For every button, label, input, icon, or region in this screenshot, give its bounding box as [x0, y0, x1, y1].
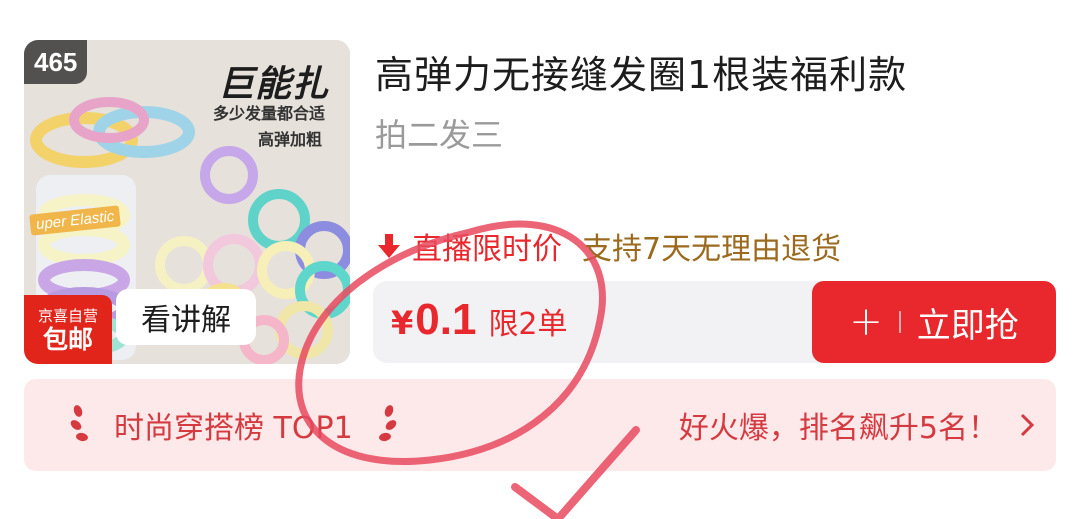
buy-now-button[interactable]: + 立即抢: [812, 281, 1056, 363]
button-divider: [898, 311, 901, 333]
price-box: ¥ 0.1 限2单: [373, 281, 853, 363]
ranking-trend-text: 好火爆，排名飙升5名！: [678, 411, 998, 446]
ranking-banner[interactable]: 时尚穿搭榜 TOP1 好火爆，排名飙升5名！: [24, 379, 1056, 471]
purchase-limit: 限2单: [488, 307, 568, 342]
laurel-left-icon: [70, 405, 88, 442]
image-caption-2: 高弹加粗: [258, 130, 323, 149]
image-caption-1: 多少发量都合适: [213, 104, 326, 123]
explain-button[interactable]: 看讲解: [116, 289, 256, 345]
return-policy-tag: 支持7天无理由退货: [582, 232, 842, 267]
buy-now-label: 立即抢: [916, 305, 1019, 346]
laurel-right-icon: [378, 405, 396, 442]
chevron-right-icon: [1020, 413, 1035, 437]
ranking-trend[interactable]: 好火爆，排名飙升5名！: [679, 403, 1038, 447]
jd-free-shipping-badge: 京喜自营 包邮: [24, 295, 112, 364]
price-value: 0.1: [415, 295, 477, 344]
product-title[interactable]: 高弹力无接缝发圈1根装福利款: [375, 44, 907, 99]
jd-badge-line1: 京喜自营: [37, 307, 98, 326]
jd-badge-line2: 包邮: [42, 325, 93, 355]
live-price-label: 直播限时价: [412, 232, 562, 267]
product-tags: 直播限时价 支持7天无理由退货: [374, 224, 841, 268]
plus-icon: +: [849, 299, 883, 345]
image-count-badge: 465: [24, 40, 88, 84]
ranking-label: 时尚穿搭榜 TOP1: [114, 411, 353, 446]
down-arrow-icon: [378, 234, 400, 258]
price-currency: ¥: [391, 304, 414, 342]
live-price-tag: 直播限时价: [374, 224, 562, 268]
product-subtitle: 拍二发三: [375, 116, 504, 154]
